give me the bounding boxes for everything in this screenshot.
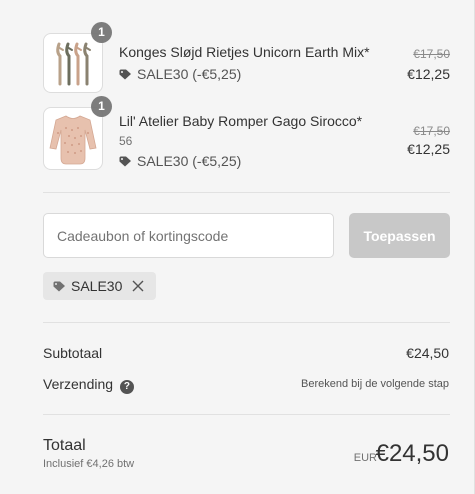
discount-line: SALE30 (-€5,25) xyxy=(119,66,241,82)
quantity-badge: 1 xyxy=(91,96,112,117)
discount-text: SALE30 (-€5,25) xyxy=(137,66,242,82)
currency-code: EUR xyxy=(353,452,377,464)
shipping-note: Berekend bij de volgende stap xyxy=(301,378,449,390)
romper-illustration xyxy=(49,115,97,165)
product-variant: 56 xyxy=(119,134,133,148)
product-image-romper xyxy=(43,107,103,170)
product-name: Konges Sløjd Rietjes Unicorn Earth Mix* xyxy=(119,44,370,60)
subtotal-label: Subtotaal xyxy=(43,345,103,361)
line-item: 1 Konges Sløjd Rietjes Unicorn Earth Mix… xyxy=(43,22,450,95)
tag-icon xyxy=(119,69,131,80)
discount-text: SALE30 (-€5,25) xyxy=(137,153,242,169)
tax-note: Inclusief €4,26 btw xyxy=(43,458,135,470)
close-icon[interactable] xyxy=(132,280,144,292)
straws-illustration xyxy=(56,42,91,86)
applied-discount-chip: SALE30 xyxy=(43,272,156,300)
help-icon[interactable]: ? xyxy=(119,380,134,394)
shipping-label: Verzending xyxy=(43,376,114,392)
total-value: €24,50 xyxy=(375,440,449,467)
discounted-price: €12,25 xyxy=(407,141,450,157)
total-label: Totaal xyxy=(43,437,86,454)
product-image-straws xyxy=(43,33,103,93)
product-name: Lil' Atelier Baby Romper Gago Sirocco* xyxy=(119,113,363,129)
tag-icon xyxy=(119,156,131,167)
original-price: €17,50 xyxy=(413,47,450,61)
quantity-badge: 1 xyxy=(91,22,112,43)
line-item: 1 Lil' Atelier Baby Romper Gago Sirocco*… xyxy=(43,96,450,172)
subtotal-value: €24,50 xyxy=(406,345,449,361)
apply-discount-button[interactable]: Toepassen xyxy=(349,213,450,258)
divider xyxy=(43,414,450,415)
discount-code-input[interactable] xyxy=(43,213,334,258)
tag-icon xyxy=(53,281,65,291)
shipping-row: Verzending ? xyxy=(43,376,134,394)
applied-code-label: SALE30 xyxy=(71,278,123,294)
divider xyxy=(43,322,450,323)
original-price: €17,50 xyxy=(413,124,450,138)
divider xyxy=(43,192,450,193)
discounted-price: €12,25 xyxy=(407,66,450,82)
discount-line: SALE30 (-€5,25) xyxy=(119,153,241,169)
